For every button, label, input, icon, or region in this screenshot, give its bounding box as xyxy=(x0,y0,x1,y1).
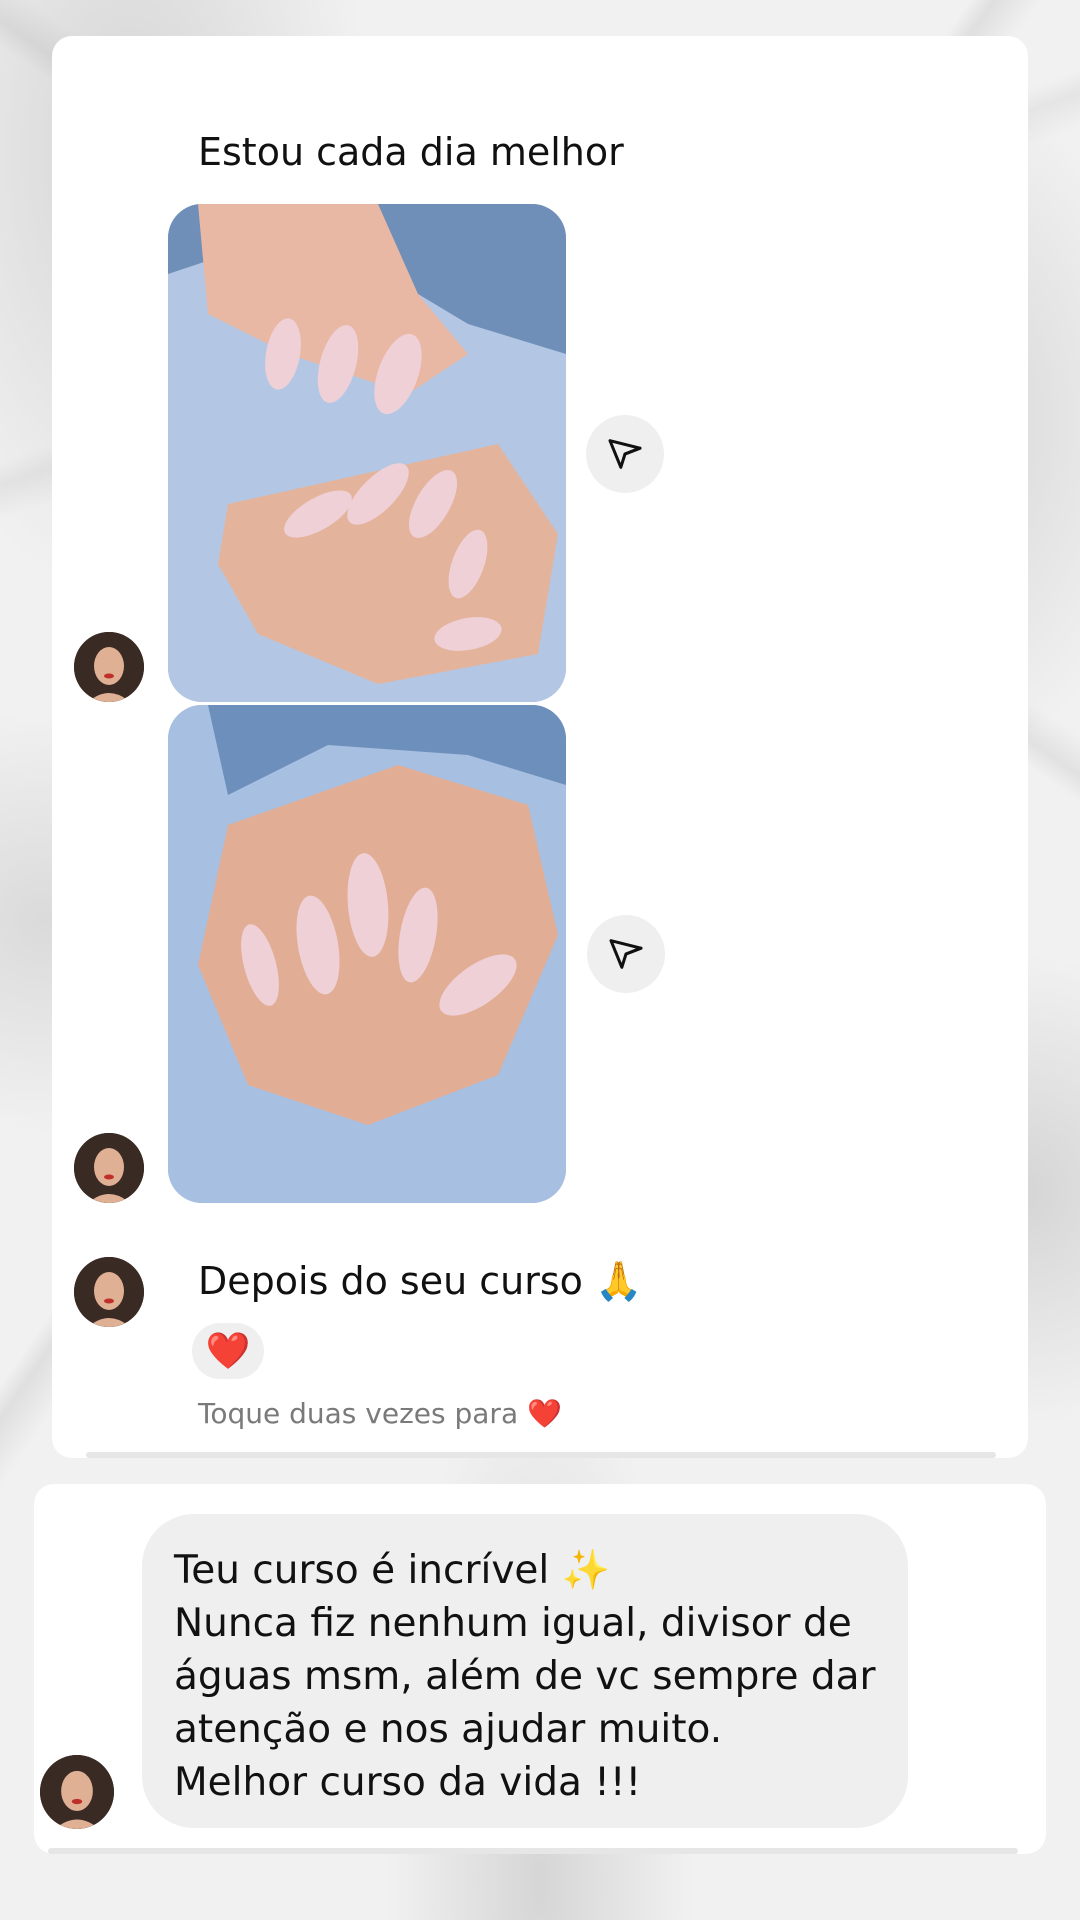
nails-photo-2[interactable] xyxy=(168,705,566,1203)
double-tap-hint: Toque duas vezes para ❤️ xyxy=(198,1397,562,1430)
avatar[interactable] xyxy=(40,1755,114,1829)
avatar[interactable] xyxy=(74,632,144,702)
nails-photo-1-image xyxy=(168,204,566,702)
avatar[interactable] xyxy=(74,1133,144,1203)
message-line: águas msm, além de vc sempre dar xyxy=(174,1654,876,1699)
message-line: Melhor curso da vida !!! xyxy=(174,1760,642,1805)
share-button[interactable] xyxy=(587,915,665,993)
paper-plane-icon xyxy=(609,939,643,969)
avatar-image xyxy=(74,1257,144,1327)
nails-photo-1[interactable] xyxy=(168,204,566,702)
message-bubble[interactable]: Teu curso é incrível ✨ Nunca fiz nenhum … xyxy=(142,1514,908,1828)
message-text[interactable]: Estou cada dia melhor xyxy=(198,129,624,175)
heart-reaction[interactable]: ❤️ xyxy=(192,1323,264,1379)
avatar-image xyxy=(74,1133,144,1203)
avatar[interactable] xyxy=(74,1257,144,1327)
nails-photo-2-image xyxy=(168,705,566,1203)
paper-plane-icon xyxy=(608,439,642,469)
avatar-image xyxy=(74,632,144,702)
message-text[interactable]: Depois do seu curso 🙏 xyxy=(198,1258,642,1304)
message-line: Nunca fiz nenhum igual, divisor de xyxy=(174,1601,852,1646)
avatar-image xyxy=(40,1755,114,1829)
message-line: Teu curso é incrível ✨ xyxy=(174,1548,611,1593)
share-button[interactable] xyxy=(586,415,664,493)
card-edge-divider xyxy=(48,1848,1018,1854)
card-edge-divider xyxy=(86,1452,996,1458)
message-line: atenção e nos ajudar muito. xyxy=(174,1707,723,1752)
